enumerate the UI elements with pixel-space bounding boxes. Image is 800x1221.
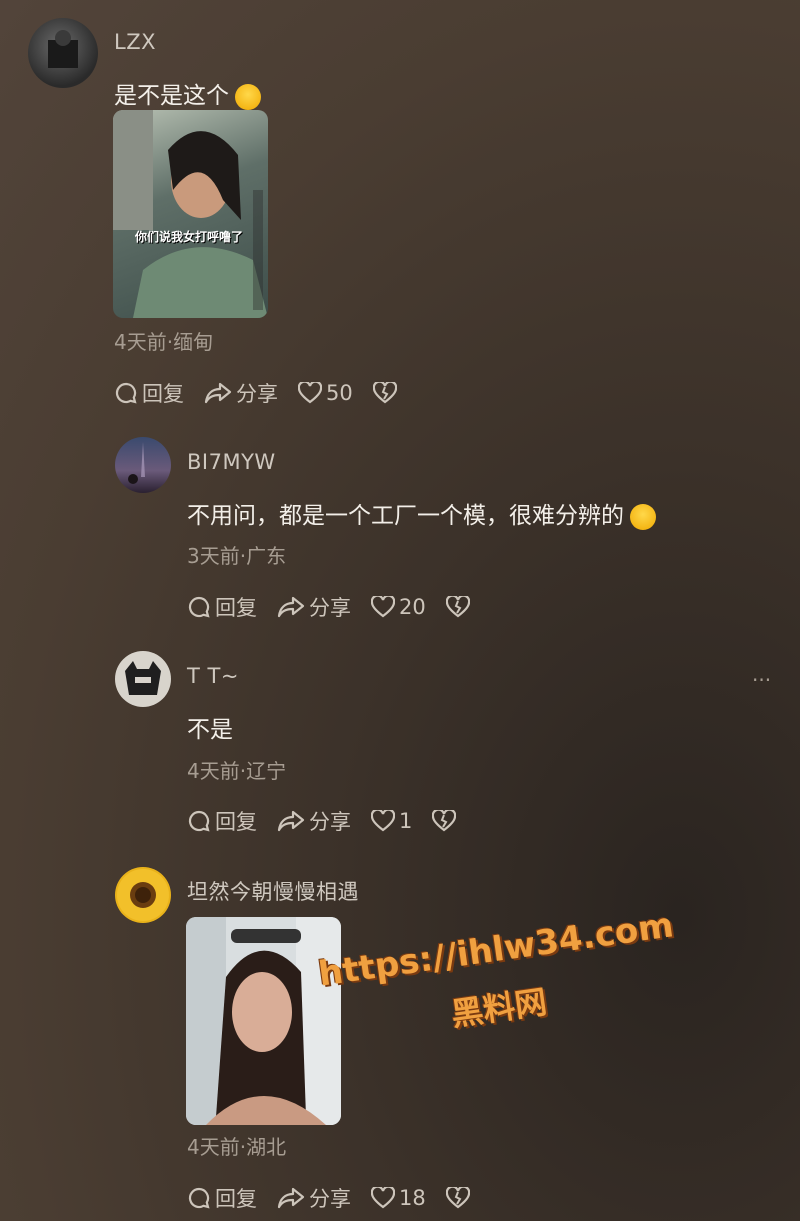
laughing-emoji-icon: [630, 503, 656, 530]
share-icon: [277, 1187, 305, 1209]
like-button[interactable]: 18: [371, 1186, 426, 1210]
username[interactable]: 坦然今朝慢慢相遇: [187, 876, 359, 906]
comment-actions: 回复 分享 20: [187, 592, 494, 622]
watermark-site: 黑料网: [448, 982, 550, 1034]
reply-icon: [188, 1187, 210, 1209]
reply-icon: [115, 382, 137, 404]
dislike-button[interactable]: [372, 382, 401, 404]
username[interactable]: BI7MYW: [187, 450, 276, 474]
flushed-emoji-icon: [235, 83, 261, 110]
like-count: 18: [399, 1186, 426, 1210]
avatar[interactable]: [115, 867, 171, 923]
like-count: 1: [399, 809, 413, 833]
share-button[interactable]: 分享: [277, 592, 351, 622]
share-button[interactable]: 分享: [277, 806, 351, 836]
comment-image[interactable]: [186, 917, 341, 1125]
reply-button[interactable]: 回复: [187, 1183, 257, 1213]
timestamp-location: 4天前·缅甸: [114, 330, 214, 354]
timestamp-location: 3天前·广东: [187, 544, 287, 568]
like-count: 20: [399, 595, 426, 619]
comment-image[interactable]: 你们说我女打呼噜了: [113, 110, 268, 318]
comment-text: 是不是这个: [114, 76, 261, 110]
broken-heart-icon: [372, 382, 397, 404]
share-icon: [277, 596, 305, 618]
watermark-url: https://ihlw34.com: [316, 905, 676, 995]
image-caption: 你们说我女打呼噜了: [135, 230, 244, 244]
username[interactable]: LZX: [114, 30, 156, 54]
broken-heart-icon: [432, 810, 457, 832]
reply-button[interactable]: 回复: [114, 378, 184, 408]
heart-icon: [371, 810, 395, 832]
like-button[interactable]: 1: [371, 809, 412, 833]
avatar[interactable]: [115, 651, 171, 707]
reply-icon: [188, 810, 210, 832]
reply-button[interactable]: 回复: [187, 592, 257, 622]
reply-icon: [188, 596, 210, 618]
comment-actions: 回复 分享 50: [114, 378, 421, 408]
comment-text: 不是: [187, 717, 233, 743]
username[interactable]: T T~: [187, 664, 239, 688]
heart-icon: [371, 1187, 395, 1209]
timestamp-location: 4天前·辽宁: [187, 759, 287, 783]
more-options-button[interactable]: ···: [752, 668, 771, 692]
dislike-button[interactable]: [432, 810, 460, 832]
comment-text: 不用问，都是一个工厂一个模，很难分辨的: [187, 496, 656, 530]
reply-button[interactable]: 回复: [187, 806, 257, 836]
broken-heart-icon: [445, 596, 470, 618]
avatar[interactable]: [28, 18, 98, 88]
timestamp-location: 4天前·湖北: [187, 1135, 287, 1159]
comment-actions: 回复 分享 1: [187, 806, 480, 836]
share-button[interactable]: 分享: [204, 378, 278, 408]
share-button[interactable]: 分享: [277, 1183, 351, 1213]
share-icon: [204, 382, 232, 404]
heart-icon: [371, 596, 395, 618]
share-icon: [277, 810, 305, 832]
broken-heart-icon: [445, 1187, 470, 1209]
like-count: 50: [326, 381, 353, 405]
heart-icon: [298, 382, 322, 404]
dislike-button[interactable]: [445, 596, 474, 618]
avatar[interactable]: [115, 437, 171, 493]
dislike-button[interactable]: [445, 1187, 474, 1209]
like-button[interactable]: 50: [298, 381, 353, 405]
comment-actions: 回复 分享 18: [187, 1183, 494, 1213]
like-button[interactable]: 20: [371, 595, 426, 619]
